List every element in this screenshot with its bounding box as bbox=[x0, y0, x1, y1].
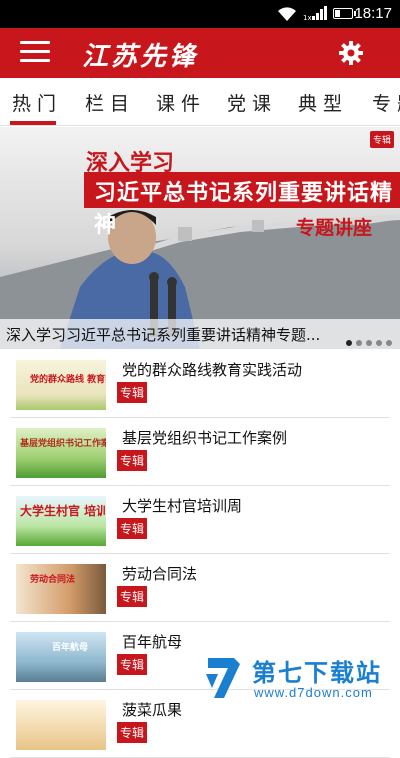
settings-button[interactable] bbox=[338, 40, 364, 66]
banner-caption: 深入学习习近平总书记系列重要讲话精神专题... bbox=[0, 319, 400, 349]
album-tag: 专辑 bbox=[117, 722, 147, 743]
banner-album-tag: 专辑 bbox=[370, 131, 394, 148]
list-item[interactable]: 劳动合同法 劳动合同法 专辑 bbox=[10, 554, 390, 622]
list-item-thumbnail: 基层党组织书记工作案例 bbox=[16, 428, 106, 478]
list-item-thumbnail: 百年航母 bbox=[16, 632, 106, 682]
site-watermark: 第七下载站 www.d7down.com bbox=[204, 651, 394, 707]
album-tag: 专辑 bbox=[117, 518, 147, 539]
list-item[interactable]: 党的群众路线 教育实践活动 党的群众路线教育实践活动 专辑 bbox=[10, 350, 390, 418]
carousel-dot[interactable] bbox=[366, 340, 372, 346]
banner-heading-2: 习近平总书记系列重要讲话精神 bbox=[84, 172, 400, 208]
app-title: 江苏先锋 bbox=[82, 36, 198, 73]
banner-carousel[interactable]: 专辑 深入学习 习近平总书记系列重要讲话精神 专题讲座 深入学习习近平总书记系列… bbox=[0, 127, 400, 349]
signal-icon: 1x bbox=[303, 5, 327, 25]
list-item-thumbnail: 大学生村官 培训 bbox=[16, 496, 106, 546]
menu-icon bbox=[20, 41, 50, 44]
menu-button[interactable] bbox=[20, 41, 50, 65]
watermark-url: www.d7down.com bbox=[254, 685, 373, 700]
tab-party-lessons[interactable]: 党课 bbox=[227, 89, 277, 116]
list-item-thumbnail bbox=[16, 700, 106, 750]
status-bar: 1x 18:17 bbox=[0, 0, 400, 28]
list-item-thumbnail: 劳动合同法 bbox=[16, 564, 106, 614]
app-bar: 江苏先锋 bbox=[0, 28, 400, 78]
list-item-title: 百年航母 bbox=[122, 631, 182, 652]
network-type: 1x bbox=[303, 14, 312, 21]
watermark-name: 第七下载站 bbox=[252, 653, 382, 688]
carousel-dot[interactable] bbox=[356, 340, 362, 346]
list-item-title: 菠菜瓜果 bbox=[122, 699, 182, 720]
banner-caption-text: 深入学习习近平总书记系列重要讲话精神专题... bbox=[6, 324, 336, 345]
category-tabs: 热门 栏目 课件 党课 典型 专题 bbox=[0, 78, 400, 126]
battery-icon bbox=[333, 8, 353, 19]
tab-topics[interactable]: 专题 bbox=[372, 89, 400, 116]
tab-columns[interactable]: 栏目 bbox=[85, 89, 135, 116]
banner-heading-3: 专题讲座 bbox=[296, 213, 372, 240]
gear-icon bbox=[338, 40, 364, 66]
album-tag: 专辑 bbox=[117, 382, 147, 403]
list-item-title: 大学生村官培训周 bbox=[122, 495, 242, 516]
wifi-icon bbox=[277, 6, 297, 26]
list-item-thumbnail: 党的群众路线 教育实践活动 bbox=[16, 360, 106, 410]
watermark-logo-icon bbox=[204, 654, 244, 700]
tab-models[interactable]: 典型 bbox=[298, 89, 348, 116]
list-item[interactable]: 大学生村官 培训 大学生村官培训周 专辑 bbox=[10, 486, 390, 554]
album-tag: 专辑 bbox=[117, 586, 147, 607]
tab-hot[interactable]: 热门 bbox=[12, 89, 62, 116]
list-item-title: 劳动合同法 bbox=[122, 563, 197, 584]
list-item-title: 基层党组织书记工作案例 bbox=[122, 427, 287, 448]
album-tag: 专辑 bbox=[117, 450, 147, 471]
album-tag: 专辑 bbox=[117, 654, 147, 675]
status-time: 18:17 bbox=[354, 5, 392, 22]
carousel-dot[interactable] bbox=[376, 340, 382, 346]
carousel-indicator bbox=[342, 331, 392, 349]
carousel-dot[interactable] bbox=[386, 340, 392, 346]
list-item-title: 党的群众路线教育实践活动 bbox=[122, 359, 302, 380]
list-item[interactable]: 基层党组织书记工作案例 基层党组织书记工作案例 专辑 bbox=[10, 418, 390, 486]
carousel-dot[interactable] bbox=[346, 340, 352, 346]
tab-courseware[interactable]: 课件 bbox=[156, 89, 206, 116]
